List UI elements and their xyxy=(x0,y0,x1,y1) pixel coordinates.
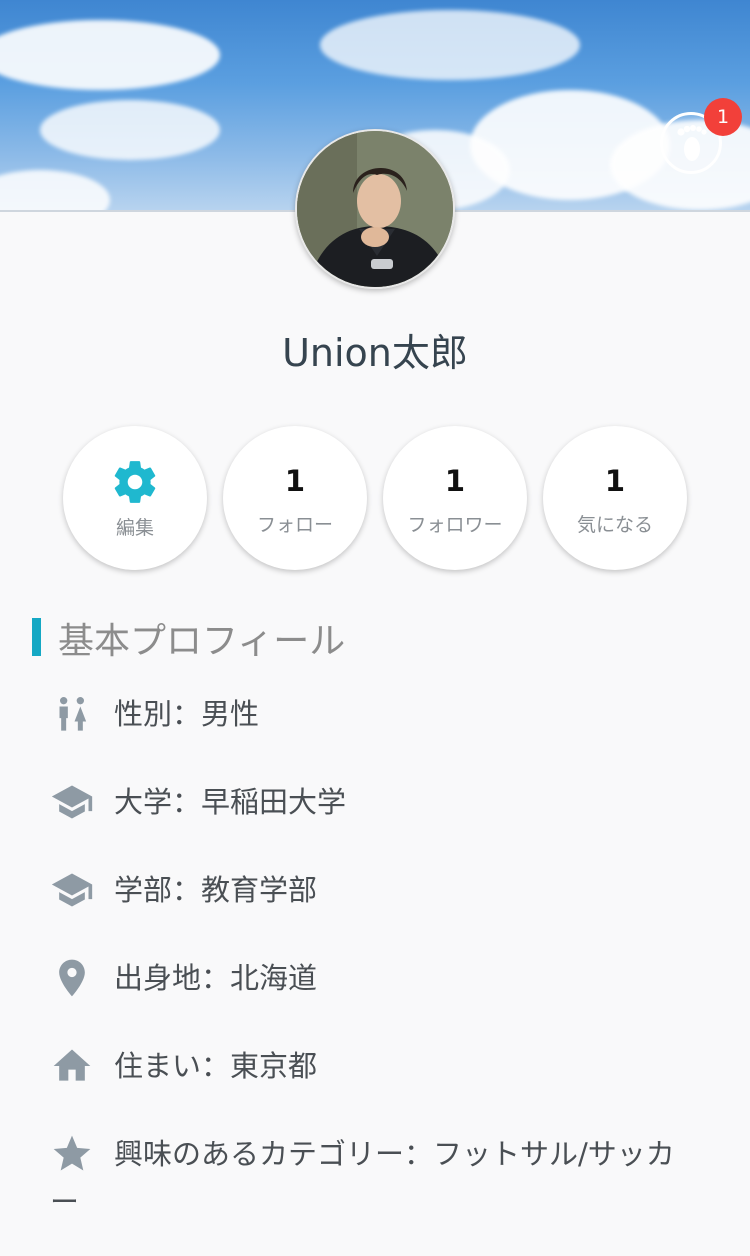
profile-name: Union太郎 xyxy=(282,331,468,375)
avatar[interactable] xyxy=(295,129,455,289)
profile-page: 1 Union太郎 編集 1 フォロー 1 フォロワー 1 気になる 基本プロフ… xyxy=(0,0,750,1256)
home-icon xyxy=(50,1044,94,1088)
faculty-text: 学部：教育学部 xyxy=(114,873,318,907)
follow-count: 1 xyxy=(284,463,306,498)
edit-button[interactable]: 編集 xyxy=(63,426,207,570)
gender-row: 性別：男性 xyxy=(50,692,740,736)
interested-count: 1 xyxy=(604,463,626,498)
residence-text: 住まい：東京都 xyxy=(114,1049,318,1083)
follow-stat[interactable]: 1 フォロー xyxy=(223,426,367,570)
interest-text-continued: ー xyxy=(50,1185,80,1219)
follower-label: フォロワー xyxy=(407,513,503,536)
university-row: 大学：早稲田大学 xyxy=(50,780,740,824)
follower-count: 1 xyxy=(444,463,466,498)
location-pin-icon xyxy=(50,956,94,1000)
faculty-row: 学部：教育学部 xyxy=(50,868,740,912)
star-icon xyxy=(50,1132,94,1176)
gear-icon xyxy=(114,460,156,503)
hometown-text: 出身地：北海道 xyxy=(114,961,318,995)
interested-label: 気になる xyxy=(576,513,653,536)
edit-label: 編集 xyxy=(115,516,154,539)
follower-stat[interactable]: 1 フォロワー xyxy=(383,426,527,570)
section-accent-bar xyxy=(32,618,41,656)
residence-row: 住まい：東京都 xyxy=(50,1044,740,1088)
footprint-icon xyxy=(677,125,707,161)
interest-row: 興味のあるカテゴリー：フットサル/サッカ xyxy=(50,1132,740,1176)
graduation-cap-icon xyxy=(50,780,94,824)
gender-icon xyxy=(50,692,94,736)
section-title: 基本プロフィール xyxy=(58,621,346,662)
university-text: 大学：早稲田大学 xyxy=(114,785,347,819)
follow-label: フォロー xyxy=(256,513,333,536)
hometown-row: 出身地：北海道 xyxy=(50,956,740,1000)
gender-text: 性別：男性 xyxy=(114,697,260,731)
interest-text: 興味のあるカテゴリー：フットサル/サッカ xyxy=(114,1137,675,1171)
footprint-badge: 1 xyxy=(704,98,742,136)
graduation-cap-icon xyxy=(50,868,94,912)
interested-stat[interactable]: 1 気になる xyxy=(543,426,687,570)
